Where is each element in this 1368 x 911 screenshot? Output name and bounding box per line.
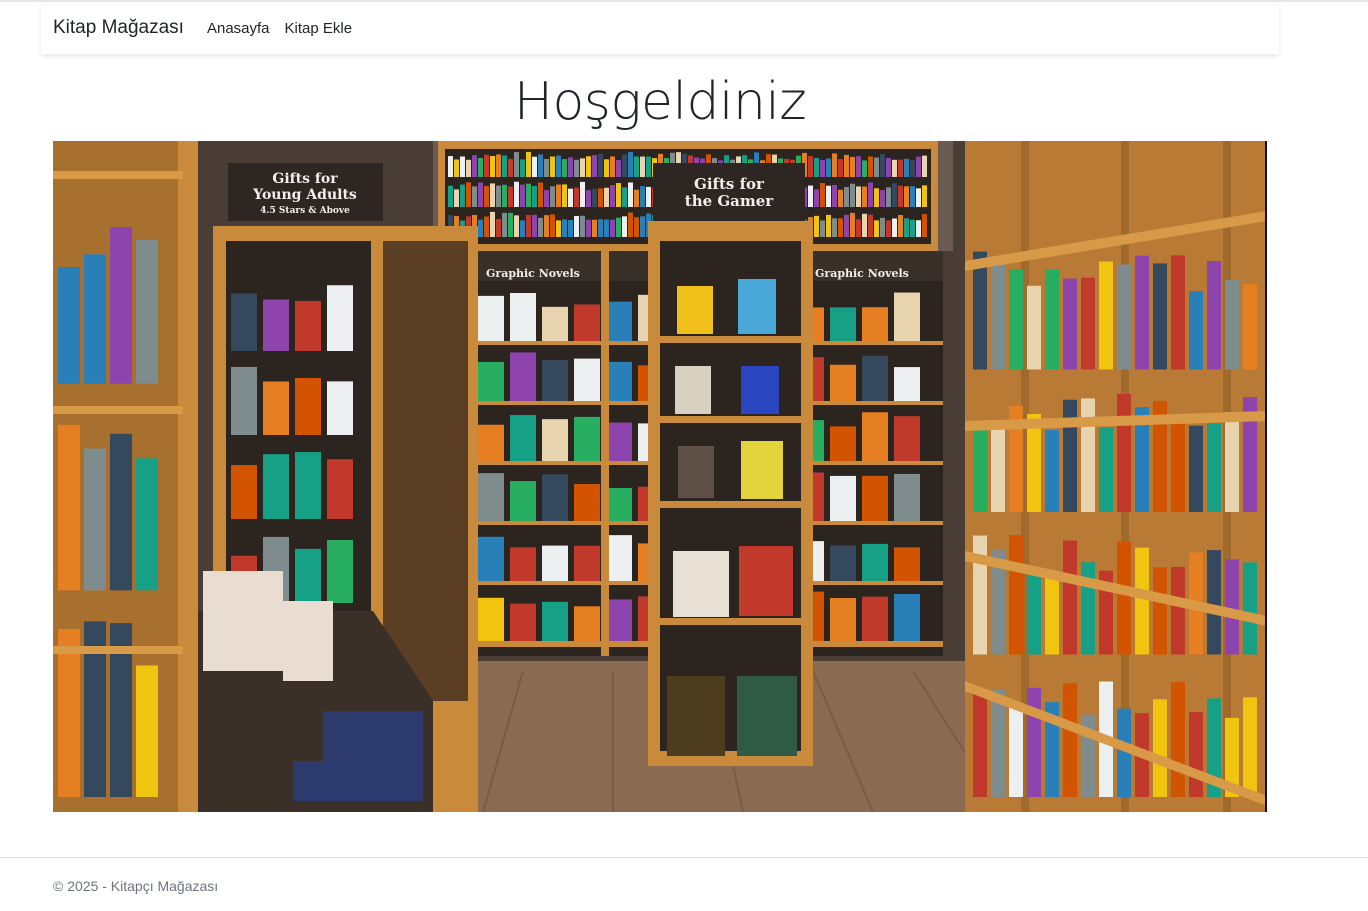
sign-gamer-line1: Gifts for bbox=[694, 175, 765, 193]
sign-young-adults-line1: Gifts for bbox=[272, 171, 338, 187]
sign-young-adults-line2: Young Adults bbox=[252, 187, 357, 203]
bookstore-illustration: Graphic Novels Graphic Novels Gifts for … bbox=[53, 141, 1267, 812]
page-title: Hoşgeldiniz bbox=[513, 72, 807, 132]
sign-gamer-line2: the Gamer bbox=[685, 192, 775, 210]
nav-link-home[interactable]: Anasayfa bbox=[207, 20, 270, 37]
footer-copyright: © 2025 - Kitapçı Mağazası bbox=[53, 878, 219, 894]
graphic-novels-sign-left: Graphic Novels bbox=[486, 267, 580, 280]
navbar: Kitap Mağazası Anasayfa Kitap Ekle bbox=[41, 2, 1279, 54]
bookstore-image: Graphic Novels Graphic Novels Gifts for … bbox=[53, 141, 1267, 812]
sign-young-adults-line3: 4.5 Stars & Above bbox=[260, 206, 350, 216]
brand-link[interactable]: Kitap Mağazası bbox=[53, 17, 184, 39]
graphic-novels-sign-right: Graphic Novels bbox=[815, 267, 909, 280]
footer: © 2025 - Kitapçı Mağazası bbox=[0, 857, 1368, 911]
nav-link-add-book[interactable]: Kitap Ekle bbox=[285, 20, 353, 37]
